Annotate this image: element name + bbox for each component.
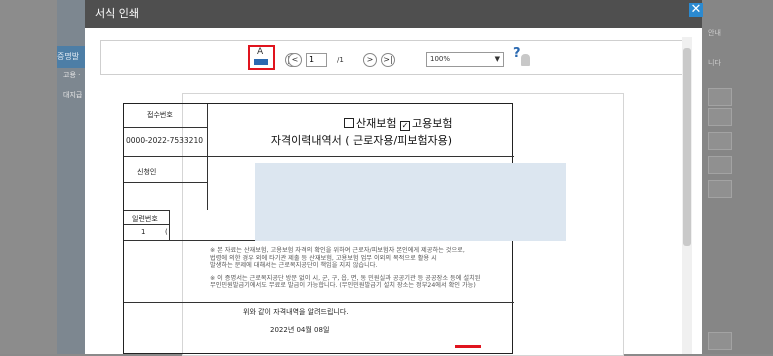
background-field — [708, 180, 732, 198]
background-sidebar-item: 대지급 — [63, 91, 83, 99]
background-field — [708, 108, 732, 126]
background-field — [708, 132, 732, 150]
chevron-down-icon: ▼ — [494, 55, 500, 63]
serial-value: 1 — [141, 228, 146, 236]
employment-checkbox: ✓ — [399, 121, 410, 131]
background-sidebar-active: 증명발 — [57, 46, 85, 68]
divider — [124, 224, 169, 225]
user-help-icon[interactable] — [521, 54, 530, 66]
close-icon[interactable]: ✕ — [689, 3, 703, 17]
zoom-value: 100% — [430, 55, 451, 63]
background-label: 니다 — [708, 59, 721, 67]
divider — [124, 127, 207, 128]
divider — [169, 210, 170, 240]
last-page-button[interactable]: >| — [381, 53, 395, 67]
notice-line: ※ 본 자료는 산재보험, 고용보험 자격의 확인을 위하여 근로자/피보험자 … — [210, 247, 465, 254]
printer-tray-icon — [254, 59, 268, 65]
employment-insurance-label: 고용보험 — [411, 117, 453, 130]
divider — [124, 210, 169, 211]
notice-line: 발생하는 문제에 대해서는 근로복지공단이 책임을 지지 않습니다. — [210, 262, 378, 269]
background-field — [708, 332, 732, 350]
background-field — [708, 156, 732, 174]
viewer-toolbar: A |< < 1 /1 > >| 100% ▼ ? — [100, 40, 689, 75]
divider — [124, 182, 207, 183]
receipt-label: 접수번호 — [147, 111, 173, 119]
industrial-insurance-label: 산재보험 — [356, 117, 397, 130]
notice-line: 무인민원발급기에서도 무료로 발급이 가능합니다. (무인민원발급기 설치 장소… — [210, 282, 476, 289]
background-field — [708, 88, 732, 106]
dialog-title: 서식 인쇄 — [95, 7, 139, 20]
issue-date: 2022년 04월 08일 — [270, 326, 330, 334]
print-icon-glyph: A — [257, 47, 264, 57]
insurance-type-line: 산재보험 ✓ 고용보험 — [344, 115, 452, 131]
print-icon[interactable]: A — [248, 45, 275, 70]
background-label: 안내 — [708, 29, 721, 37]
dialog-titlebar: 서식 인쇄 — [85, 0, 702, 28]
notice-text: ※ 본 자료는 산재보험, 고용보험 자격의 확인을 위하여 근로자/피보험자 … — [210, 247, 480, 290]
zoom-select[interactable]: 100% ▼ — [426, 52, 504, 67]
divider — [207, 104, 208, 210]
applicant-label: 신청인 — [137, 168, 157, 176]
receipt-number: 0000-2022-7533210 — [126, 136, 203, 145]
background-sidebar-item: 고용 · — [63, 71, 81, 79]
background-sidebar: 증명발 고용 · 대지급 — [57, 0, 85, 354]
industrial-checkbox — [344, 118, 354, 128]
help-icon[interactable]: ? — [513, 46, 521, 61]
divider — [124, 156, 514, 157]
scrollbar-thumb[interactable] — [683, 48, 691, 246]
notice-line: 법령에 의한 경우 외에 타기관 제출 등 산재보험, 고용보험 업무 이외의 … — [210, 254, 437, 262]
document-title: 자격이력내역서 ( 근로자용/피보험자용) — [270, 134, 453, 147]
page-total: /1 — [337, 56, 344, 64]
serial-label: 일련번호 — [132, 215, 158, 223]
background-right-panel: 안내 니다 — [702, 0, 773, 354]
next-page-button[interactable]: > — [363, 53, 377, 67]
row-partial: ( — [165, 228, 168, 236]
redacted-area — [255, 163, 566, 241]
prev-page-button[interactable]: < — [288, 53, 302, 67]
stamp-mark — [455, 345, 481, 348]
divider — [124, 302, 514, 303]
page-number-input[interactable]: 1 — [306, 53, 327, 67]
notice-line: ※ 이 증명서는 근로복지공단 방문 없이 시, 군, 구, 읍, 면, 동 민… — [210, 274, 481, 282]
confirm-text: 위와 같이 자격내역을 알려드립니다. — [243, 308, 349, 316]
